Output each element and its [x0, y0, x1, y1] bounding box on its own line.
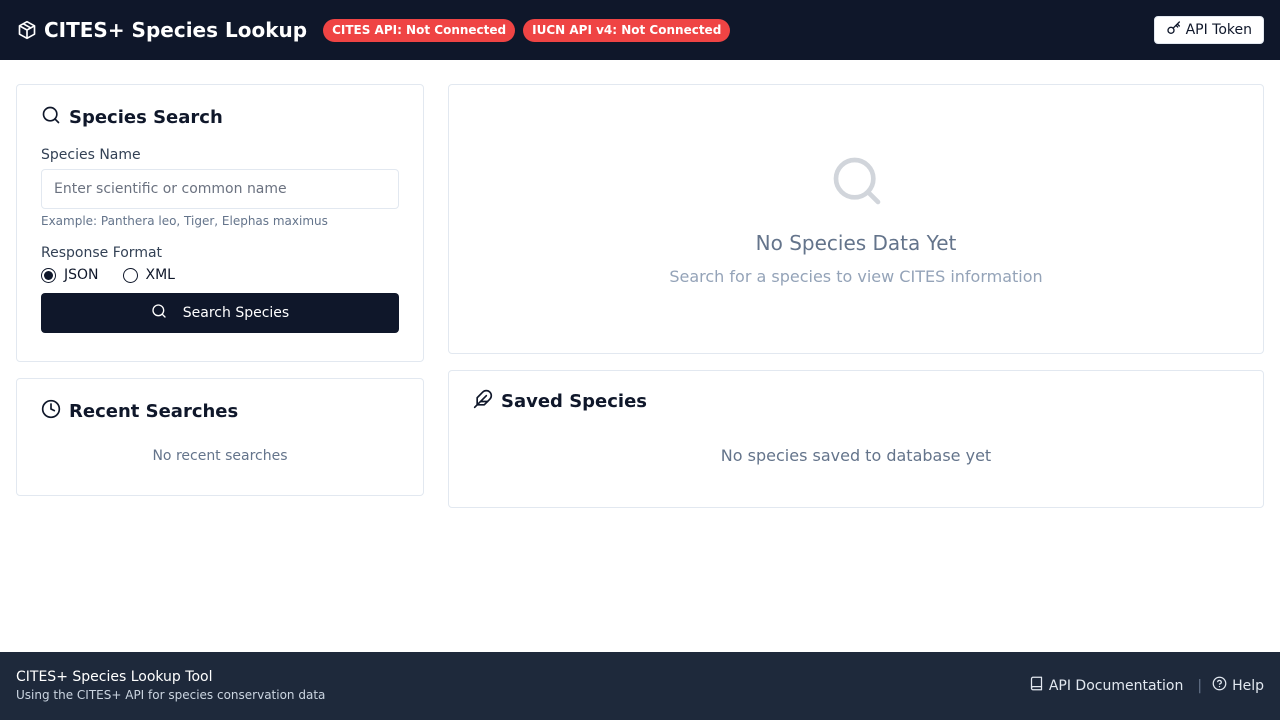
footer-separator: |: [1197, 677, 1203, 694]
app-title: CITES+ Species Lookup: [44, 18, 308, 42]
recent-searches-heading: Recent Searches: [41, 399, 399, 424]
species-name-label: Species Name: [41, 147, 141, 163]
search-species-button[interactable]: Search Species: [41, 293, 399, 333]
saved-species-heading: Saved Species: [473, 389, 1239, 414]
help-link[interactable]: Help: [1212, 676, 1264, 695]
clock-icon: [41, 399, 61, 424]
species-name-hint: Example: Panthera leo, Tiger, Elephas ma…: [41, 214, 328, 228]
empty-results-title: No Species Data Yet: [755, 231, 957, 255]
search-icon: [41, 105, 61, 130]
api-documentation-link[interactable]: API Documentation: [1029, 676, 1184, 695]
json-radio[interactable]: [41, 267, 56, 283]
saved-species-title: Saved Species: [501, 391, 648, 412]
recent-searches-title: Recent Searches: [69, 401, 239, 422]
book-icon: [1029, 676, 1044, 695]
app-header: CITES+ Species Lookup CITES API: Not Con…: [0, 0, 1280, 60]
format-option-xml[interactable]: XML: [122, 267, 175, 283]
app-footer: CITES+ Species Lookup Tool Using the CIT…: [0, 652, 1280, 720]
cites-status-badge: CITES API: Not Connected: [323, 18, 516, 42]
empty-results-subtitle: Search for a species to view CITES infor…: [669, 267, 1043, 286]
search-icon: [829, 153, 885, 213]
iucn-status-badge: IUCN API v4: Not Connected: [523, 18, 731, 42]
hexagon-box-icon: [16, 19, 38, 41]
species-results-card: No Species Data Yet Search for a species…: [448, 84, 1264, 354]
species-search-card: Species Search Species Name Example: Pan…: [16, 84, 424, 362]
api-token-label: API Token: [1185, 22, 1252, 38]
help-label: Help: [1232, 677, 1264, 694]
json-radio-label: JSON: [64, 267, 99, 283]
api-documentation-label: API Documentation: [1048, 677, 1184, 694]
footer-links: API Documentation | Help: [1029, 676, 1264, 695]
species-search-heading: Species Search: [41, 105, 399, 130]
key-icon: [1166, 20, 1182, 40]
species-name-input[interactable]: [41, 169, 399, 209]
feather-icon: [473, 389, 493, 414]
saved-species-card: Saved Species No species saved to databa…: [448, 370, 1264, 508]
xml-radio-label: XML: [145, 267, 175, 283]
api-token-button[interactable]: API Token: [1153, 16, 1264, 44]
search-species-label: Search Species: [182, 305, 290, 321]
recent-searches-empty: No recent searches: [152, 448, 288, 464]
response-format-label: Response Format: [41, 245, 163, 261]
xml-radio[interactable]: [122, 267, 138, 283]
species-search-title: Species Search: [69, 107, 223, 128]
search-icon: [151, 303, 167, 323]
help-circle-icon: [1212, 676, 1227, 695]
response-format-group: JSON XML: [41, 267, 399, 283]
format-option-json[interactable]: JSON: [41, 267, 99, 283]
saved-species-empty: No species saved to database yet: [720, 446, 992, 465]
recent-searches-card: Recent Searches No recent searches: [16, 378, 424, 496]
